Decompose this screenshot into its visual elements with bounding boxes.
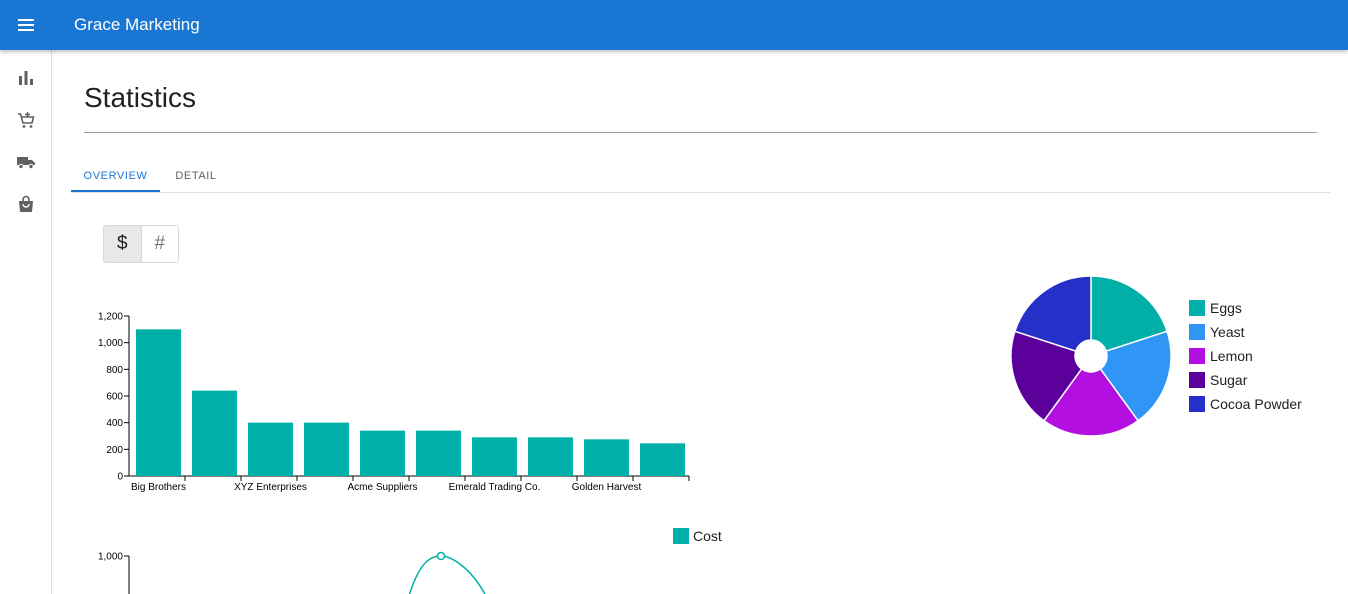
bar-chart: 0 200 400 600 800 1,000 1,200 Big Brothers XYZ E… xyxy=(98,312,690,493)
bar-chart-y-tick-label: 800 xyxy=(106,365,123,376)
bar-chart-x-tick-label: Big Brothers xyxy=(131,482,186,493)
bar-chart-bar xyxy=(192,390,237,476)
bar-chart-bar xyxy=(416,430,461,476)
line-legend-label: Cost xyxy=(693,528,722,544)
line-chart-point xyxy=(436,551,446,561)
bar-chart-y-tick-label: 0 xyxy=(117,472,123,483)
bar-chart-bar xyxy=(528,437,573,476)
line-chart-y-tick-label: 1,000 xyxy=(98,552,123,563)
pie-legend-swatch xyxy=(1189,396,1205,412)
bar-chart-y-tick-label: 400 xyxy=(106,418,123,429)
pie-legend-label: Lemon xyxy=(1210,348,1253,364)
bar-chart-x-tick-label: XYZ Enterprises xyxy=(234,482,307,493)
pie-legend-swatch xyxy=(1189,300,1205,316)
pie-legend-label: Cocoa Powder xyxy=(1210,396,1302,412)
bar-chart-bar xyxy=(304,422,349,476)
bar-chart-x-tick-label: Golden Harvest xyxy=(572,482,642,493)
bar-chart-bar xyxy=(584,439,629,476)
pie-legend-swatch xyxy=(1189,324,1205,340)
bar-chart-y-tick-label: 1,000 xyxy=(98,338,123,349)
pie-legend-label: Yeast xyxy=(1210,324,1245,340)
bar-chart-bar xyxy=(360,430,405,476)
menu-icon xyxy=(18,19,34,31)
line-chart-series-line xyxy=(408,555,486,594)
pie-legend-swatch xyxy=(1189,372,1205,388)
bar-chart-bar xyxy=(136,329,181,476)
pie-legend-label: Sugar xyxy=(1210,372,1248,388)
app-title: Grace Marketing xyxy=(74,15,200,34)
bar-chart-x-tick-label: Acme Suppliers xyxy=(347,482,417,493)
pie-chart: Eggs Yeast Lemon Sugar Cocoa Powder xyxy=(1010,275,1302,437)
menu-button[interactable] xyxy=(12,11,40,39)
bar-chart-y-tick-label: 600 xyxy=(106,392,123,403)
bar-chart-bar xyxy=(472,437,517,476)
bar-chart-bar xyxy=(248,422,293,476)
charts-canvas: 0 200 400 600 800 1,000 1,200 Big Brothers XYZ E… xyxy=(98,275,1302,594)
app-bar: Grace Marketing xyxy=(0,0,1348,50)
pie-legend-label: Eggs xyxy=(1210,300,1242,316)
bar-chart-x-tick-label: Emerald Trading Co. xyxy=(449,482,541,493)
line-legend-swatch xyxy=(673,528,689,544)
line-chart: Cost 1,000 xyxy=(98,528,722,594)
bar-chart-y-tick-label: 200 xyxy=(106,445,123,456)
bar-chart-bar xyxy=(640,443,685,476)
pie-legend-swatch xyxy=(1189,348,1205,364)
bar-chart-y-tick-label: 1,200 xyxy=(98,312,123,323)
